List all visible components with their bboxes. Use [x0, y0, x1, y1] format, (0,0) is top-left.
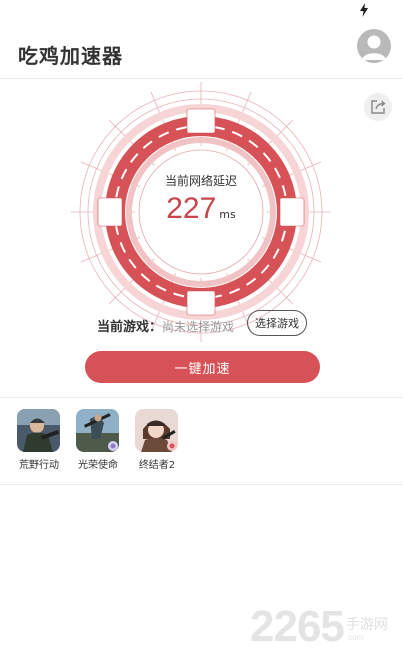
bolt-icon — [360, 3, 368, 17]
header-divider — [0, 78, 403, 79]
select-game-button[interactable]: 选择游戏 — [247, 310, 307, 336]
watermark-number: 2265 — [250, 602, 345, 651]
app-title: 吃鸡加速器 — [18, 44, 123, 68]
game-item-terminator2[interactable]: 终结者2 — [127, 409, 187, 471]
game-icon-wilderness — [17, 409, 60, 452]
game-icon-glorious-mission — [76, 409, 119, 452]
current-game-label: 当前游戏： — [97, 320, 163, 335]
section-divider — [0, 397, 403, 398]
latency-unit: ms — [219, 208, 236, 221]
share-button[interactable] — [364, 93, 392, 121]
share-icon — [371, 100, 386, 114]
accelerate-button[interactable]: 一键加速 — [85, 351, 320, 383]
user-avatar-icon[interactable] — [357, 29, 391, 63]
latency-label: 当前网络延迟 — [164, 174, 237, 188]
game-item-wilderness[interactable]: 荒野行动 — [9, 409, 69, 471]
latency-value: 227 — [166, 192, 217, 225]
games-divider — [0, 484, 403, 485]
status-bar — [0, 0, 403, 22]
current-game-value: 尚未选择游戏 — [162, 320, 235, 334]
game-name: 荒野行动 — [19, 460, 59, 471]
game-icon-terminator2 — [135, 409, 178, 452]
game-item-glorious-mission[interactable]: 光荣使命 — [68, 409, 128, 471]
watermark-logo: 2265 手游网 .com — [250, 603, 400, 649]
latency-readout: 227 ms — [140, 192, 262, 226]
watermark-domain: .com — [345, 633, 364, 642]
game-name: 光荣使命 — [78, 460, 118, 471]
watermark-site: 手游网 — [345, 617, 388, 633]
current-game: 当前游戏：尚未选择游戏 — [97, 316, 234, 335]
watermark-site-block: 手游网 .com — [346, 617, 388, 643]
game-name: 终结者2 — [138, 460, 176, 471]
